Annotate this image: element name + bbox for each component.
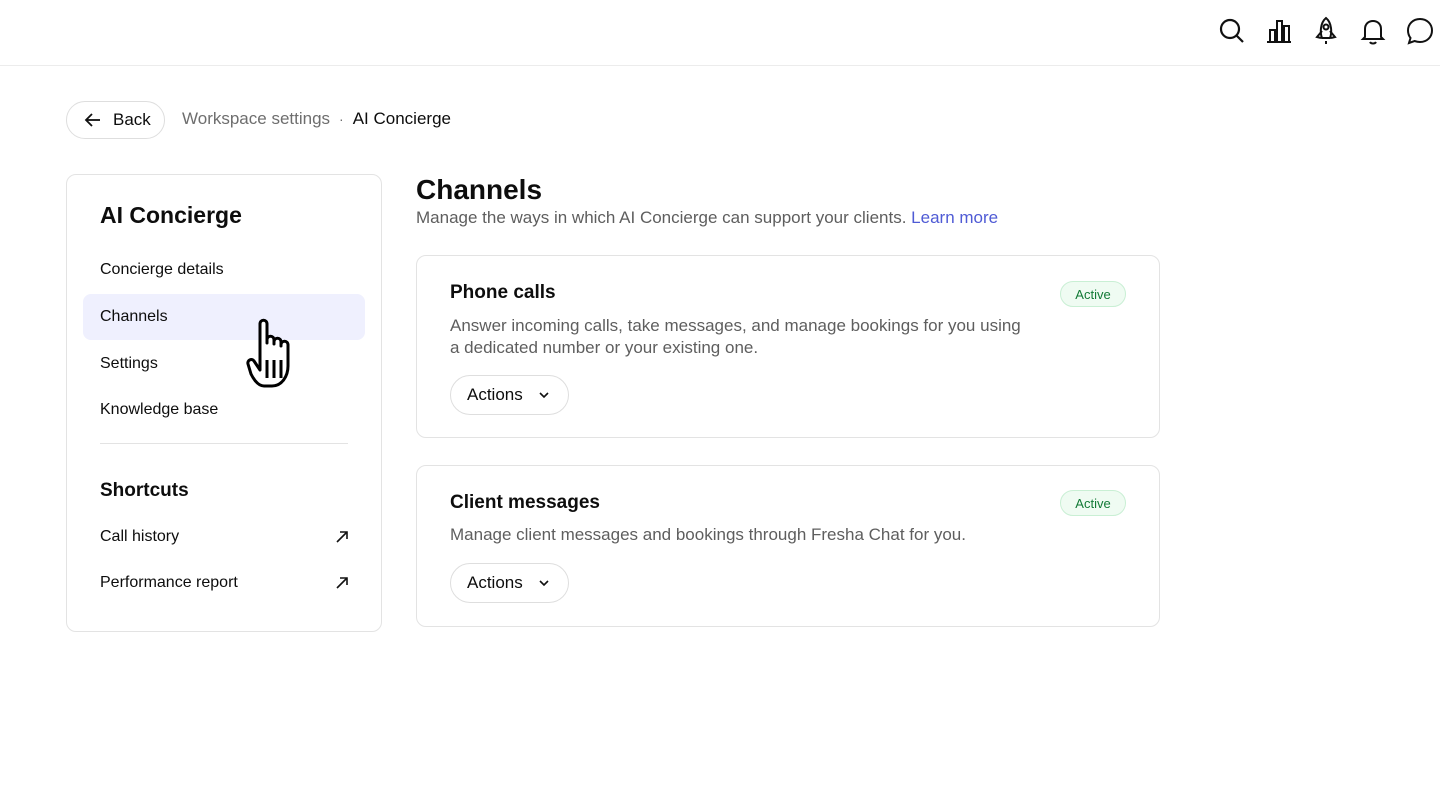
shortcuts-title: Shortcuts xyxy=(100,480,189,501)
breadcrumb-parent[interactable]: Workspace settings xyxy=(182,109,330,129)
sidebar-item-label: Concierge details xyxy=(100,261,224,278)
bell-icon[interactable] xyxy=(1356,14,1390,48)
external-link-icon xyxy=(336,577,348,589)
breadcrumb: Workspace settings · AI Concierge xyxy=(182,109,451,129)
card-title: Phone calls xyxy=(450,282,556,303)
shortcut-label: Call history xyxy=(100,528,180,545)
card-description: Answer incoming calls, take messages, an… xyxy=(450,316,1021,357)
sidebar-item-label: Channels xyxy=(100,308,168,325)
breadcrumb-separator: · xyxy=(339,111,344,127)
sidebar-item-label: Settings xyxy=(100,355,158,372)
actions-button[interactable]: Actions xyxy=(450,375,569,415)
sidebar-item-settings[interactable]: Settings xyxy=(83,341,365,387)
sidebar-item-channels[interactable]: Channels xyxy=(83,294,365,340)
arrow-left-icon xyxy=(84,113,100,127)
bar-chart-icon[interactable] xyxy=(1262,14,1296,48)
status-badge: Active xyxy=(1060,490,1126,516)
sidebar-divider xyxy=(100,443,348,444)
actions-button[interactable]: Actions xyxy=(450,563,569,603)
rocket-icon[interactable] xyxy=(1309,14,1343,48)
sidebar-panel: AI Concierge Concierge details Channels … xyxy=(66,174,382,632)
status-badge: Active xyxy=(1060,281,1126,307)
shortcut-label: Performance report xyxy=(100,574,238,591)
back-button[interactable]: Back xyxy=(66,101,165,139)
chat-icon[interactable] xyxy=(1403,14,1437,48)
card-description: Manage client messages and bookings thro… xyxy=(450,525,966,544)
breadcrumb-current: AI Concierge xyxy=(352,109,451,128)
sidebar-item-concierge-details[interactable]: Concierge details xyxy=(83,247,365,293)
chevron-down-icon xyxy=(539,392,549,399)
page-subtitle-text: Manage the ways in which AI Concierge ca… xyxy=(416,208,907,227)
search-icon[interactable] xyxy=(1215,14,1249,48)
hand-pointer-cursor-icon xyxy=(246,318,290,388)
card-title: Client messages xyxy=(450,492,600,513)
actions-button-label: Actions xyxy=(467,573,523,592)
shortcut-performance-report[interactable]: Performance report xyxy=(100,563,350,603)
channel-card-client-messages: Client messages Active Manage client mes… xyxy=(416,465,1160,627)
sidebar-item-label: Knowledge base xyxy=(100,401,219,418)
page-title: Channels xyxy=(416,174,543,205)
actions-button-label: Actions xyxy=(467,385,523,404)
external-link-icon xyxy=(336,531,348,543)
shortcut-call-history[interactable]: Call history xyxy=(100,517,350,557)
sidebar-title: AI Concierge xyxy=(100,202,242,228)
learn-more-link[interactable]: Learn more xyxy=(911,208,998,227)
chevron-down-icon xyxy=(539,580,549,587)
page-subtitle: Manage the ways in which AI Concierge ca… xyxy=(416,208,998,228)
channel-card-phone-calls: Phone calls Active Answer incoming calls… xyxy=(416,255,1160,438)
back-button-label: Back xyxy=(113,110,151,129)
top-bar xyxy=(0,0,1440,66)
sidebar-item-knowledge-base[interactable]: Knowledge base xyxy=(83,387,365,433)
